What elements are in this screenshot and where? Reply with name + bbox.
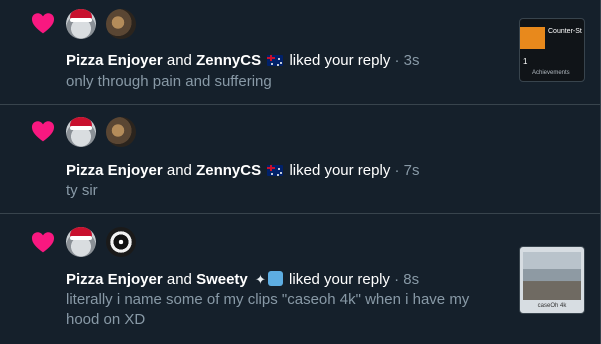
thumbnail-image [523,252,581,300]
notifications-feed: Pizza Enjoyer and ZennyCS liked your rep… [0,0,601,344]
conjunction-text: and [166,52,192,69]
reply-text-line-1: literally i name some of my clips "caseo… [66,291,470,308]
reply-text-line-2: hood on XD [66,311,146,328]
australia-flag-icon [267,55,284,66]
action-text: liked your reply [289,162,391,179]
reply-text: only through pain and suffering [66,73,272,90]
game-logo [520,27,545,49]
thumbnail-caption: caseOh 4k [537,303,567,309]
timestamp[interactable]: 8s [403,271,419,288]
australia-flag-icon [267,165,284,176]
thumbnail-title: Counter-St [548,28,582,35]
actor-name[interactable]: ZennyCS [196,52,261,69]
notification-header: Pizza Enjoyer and ZennyCS liked your rep… [66,51,420,71]
actor-name[interactable]: Sweety [196,271,248,288]
avatar-pizza-enjoyer[interactable] [66,117,96,147]
actor-name[interactable]: Pizza Enjoyer [66,52,163,69]
media-thumbnail[interactable]: Counter-St 1 Achievements [519,18,585,82]
reply-text: ty sir [66,182,98,199]
avatar-pizza-enjoyer[interactable] [66,9,96,39]
avatar-sweety[interactable] [106,227,136,257]
conjunction-text: and [166,271,192,288]
actor-name[interactable]: ZennyCS [196,162,261,179]
notification-header: Pizza Enjoyer and Sweety ✦ liked your re… [66,270,419,290]
avatar-zennycs[interactable] [106,9,136,39]
heart-icon [31,121,55,142]
timestamp[interactable]: 3s [404,52,420,69]
blue-square-icon [267,271,283,286]
sparkle-icon: ✦ [254,272,266,287]
actor-name[interactable]: Pizza Enjoyer [66,271,163,288]
media-thumbnail[interactable]: caseOh 4k [519,246,585,314]
notification-item[interactable]: Pizza Enjoyer and ZennyCS liked your rep… [0,0,600,104]
thumbnail-number: 1 [523,57,528,66]
separator-dot: · [394,271,400,288]
notification-item[interactable]: Pizza Enjoyer and Sweety ✦ liked your re… [0,214,600,344]
notification-item[interactable]: Pizza Enjoyer and ZennyCS liked your rep… [0,105,600,213]
avatar-zennycs[interactable] [106,117,136,147]
actor-name[interactable]: Pizza Enjoyer [66,162,163,179]
timestamp[interactable]: 7s [404,162,420,179]
action-text: liked your reply [289,52,391,69]
thumbnail-subtitle: Achievements [532,70,570,76]
separator-dot: · [394,52,400,69]
separator-dot: · [394,162,400,179]
action-text: liked your reply [289,271,390,288]
heart-icon [31,232,55,253]
heart-icon [31,13,55,34]
conjunction-text: and [166,162,192,179]
notification-header: Pizza Enjoyer and ZennyCS liked your rep… [66,161,420,181]
avatar-pizza-enjoyer[interactable] [66,227,96,257]
